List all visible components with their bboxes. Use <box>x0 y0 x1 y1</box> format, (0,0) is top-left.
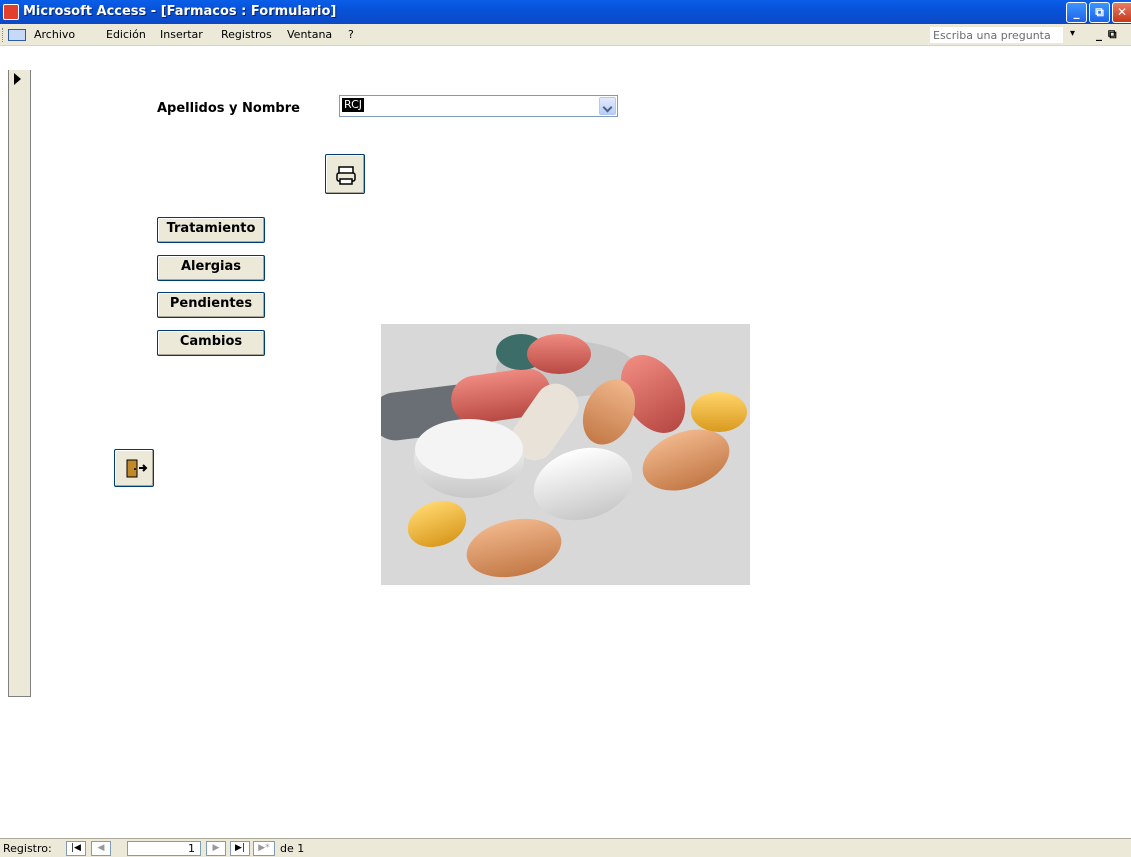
last-record-button[interactable]: ▶| <box>230 841 250 856</box>
menu-insertar[interactable]: Insertar <box>160 28 203 41</box>
pills-photo <box>381 324 750 585</box>
chevron-down-icon[interactable] <box>599 97 616 115</box>
record-selector[interactable] <box>8 70 31 697</box>
mdi-minimize-icon[interactable]: _ <box>1096 27 1102 41</box>
mdi-restore-icon[interactable]: ⧉ <box>1108 27 1117 42</box>
cambios-button[interactable]: Cambios <box>157 330 265 356</box>
menu-bar: Archivo Edición Insertar Registros Venta… <box>0 24 1131 46</box>
name-value[interactable]: RCJ <box>342 98 365 112</box>
pills-illustration <box>381 324 750 585</box>
current-record-icon <box>14 73 21 85</box>
access-app-icon[interactable] <box>3 4 19 20</box>
record-total: de 1 <box>280 842 305 855</box>
menu-edicion[interactable]: Edición <box>106 28 146 41</box>
name-label: Apellidos y Nombre <box>157 101 300 116</box>
printer-icon <box>336 166 356 185</box>
exit-door-icon <box>126 459 148 478</box>
previous-record-button[interactable]: ◀ <box>91 841 111 856</box>
minimize-button[interactable]: _ <box>1066 2 1087 23</box>
ask-question-field[interactable]: Escriba una pregunta <box>929 26 1064 44</box>
window-title: Microsoft Access - [Farmacos : Formulari… <box>23 4 337 19</box>
menu-registros[interactable]: Registros <box>221 28 272 41</box>
title-bar: Microsoft Access - [Farmacos : Formulari… <box>0 0 1131 24</box>
exit-button[interactable] <box>114 449 154 487</box>
first-record-button[interactable]: |◀ <box>66 841 86 856</box>
print-button[interactable] <box>325 154 365 194</box>
current-record-field[interactable]: 1 <box>127 841 201 856</box>
name-combobox[interactable]: RCJ <box>339 95 618 117</box>
menu-help[interactable]: ? <box>348 28 354 41</box>
pendientes-button[interactable]: Pendientes <box>157 292 265 318</box>
menu-ventana[interactable]: Ventana <box>287 28 332 41</box>
tratamiento-button[interactable]: Tratamiento <box>157 217 265 243</box>
record-navigation-bar: Registro: |◀ ◀ 1 ▶ ▶| ▶* de 1 <box>0 838 1131 857</box>
chevron-down-icon[interactable]: ▾ <box>1070 28 1075 39</box>
menu-archivo[interactable]: Archivo <box>34 28 75 41</box>
next-record-button[interactable]: ▶ <box>206 841 226 856</box>
form-window-icon[interactable] <box>8 29 26 41</box>
alergias-button[interactable]: Alergias <box>157 255 265 281</box>
close-button[interactable]: ✕ <box>1112 2 1131 23</box>
record-label: Registro: <box>3 842 52 855</box>
toolbar-grip[interactable] <box>2 28 5 42</box>
new-record-button[interactable]: ▶* <box>253 841 275 856</box>
restore-button[interactable]: ⧉ <box>1089 2 1110 23</box>
